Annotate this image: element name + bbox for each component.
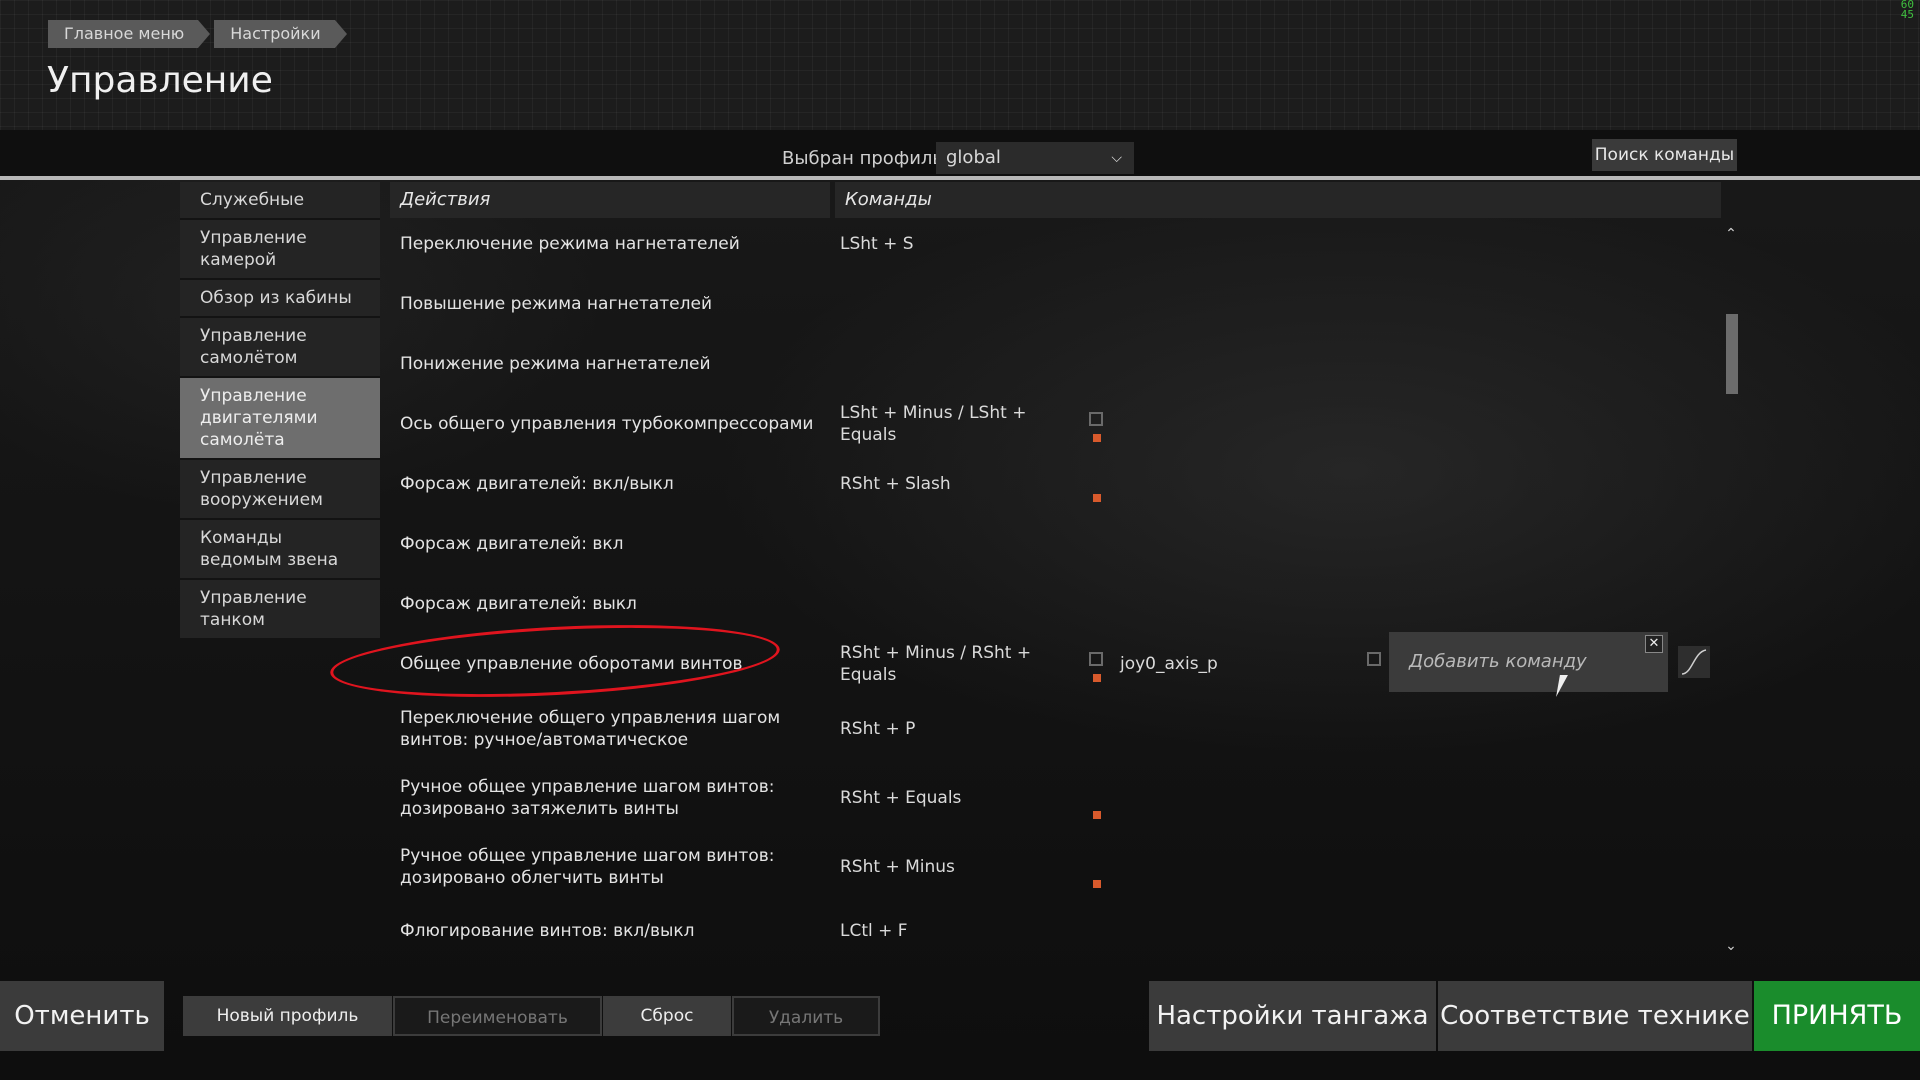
action-label: Понижение режима нагнетателей <box>400 354 711 374</box>
vehicle-match-button[interactable]: Соответствие технике <box>1438 981 1752 1051</box>
column-header-commands: Команды <box>835 182 1721 218</box>
axis-curve-button[interactable] <box>1678 646 1710 678</box>
delete-button[interactable]: Удалить <box>732 996 880 1036</box>
binding-table: Переключение режима нагнетателей LSht + … <box>390 214 1730 961</box>
category-wingmen[interactable]: Команды ведомым звена <box>180 520 380 580</box>
table-row[interactable]: Понижение режима нагнетателей <box>390 334 1730 394</box>
category-tank[interactable]: Управление танком <box>180 580 380 640</box>
breadcrumb-main-menu[interactable]: Главное меню <box>48 20 211 48</box>
action-label: Повышение режима нагнетателей <box>400 294 713 314</box>
table-row[interactable]: Переключение режима нагнетателей LSht + … <box>390 214 1730 274</box>
rename-button[interactable]: Переименовать <box>393 996 602 1036</box>
command-label: RSht + P <box>840 718 916 739</box>
close-icon[interactable]: ✕ <box>1645 635 1663 653</box>
command-label: RSht + Slash <box>840 474 951 494</box>
table-row[interactable]: Ось общего управления турбокомпрессорами… <box>390 394 1730 454</box>
category-aircraft-control[interactable]: Управление самолётом <box>180 318 380 378</box>
category-cockpit-view[interactable]: Обзор из кабины <box>180 280 380 318</box>
binding-indicator-icon <box>1093 811 1101 819</box>
add-command-label: Добавить команду <box>1409 651 1587 672</box>
scrollbar-thumb[interactable] <box>1726 314 1738 394</box>
gamepad-icon[interactable] <box>1089 652 1103 666</box>
page-title: Управление <box>47 60 273 101</box>
column-header-actions: Действия <box>390 182 830 218</box>
table-row[interactable]: Флюгирование винтов: вкл/выкл LCtl + F <box>390 901 1730 961</box>
binding-indicator-icon <box>1093 494 1101 502</box>
action-label: Форсаж двигателей: выкл <box>400 594 637 614</box>
cancel-button[interactable]: Отменить <box>0 981 164 1051</box>
breadcrumb-settings[interactable]: Настройки <box>214 20 348 48</box>
table-row[interactable]: Переключение общего управления шагом вин… <box>390 694 1730 763</box>
table-row[interactable]: Ручное общее управление шагом винтов: до… <box>390 763 1730 832</box>
fps-counter: 60 45 <box>1901 0 1914 20</box>
command-label: LSht + S <box>840 234 914 254</box>
action-label: Форсаж двигателей: вкл <box>400 534 624 554</box>
scroll-up-icon[interactable]: ⌃ <box>1724 226 1738 242</box>
command-label: RSht + Minus / RSht + Equals <box>840 643 1032 685</box>
category-camera[interactable]: Управление камерой <box>180 220 380 280</box>
table-row[interactable]: Ручное общее управление шагом винтов: до… <box>390 832 1730 901</box>
command-label: LCtl + F <box>840 921 908 941</box>
category-service[interactable]: Служебные <box>180 182 380 220</box>
command-label: LSht + Minus / LSht + Equals <box>840 403 1027 445</box>
accept-button[interactable]: ПРИНЯТЬ <box>1754 981 1920 1051</box>
command-label: RSht + Minus <box>840 856 955 877</box>
gamepad-icon[interactable] <box>1367 652 1381 666</box>
table-row[interactable]: Повышение режима нагнетателей <box>390 274 1730 334</box>
pitch-settings-button[interactable]: Настройки тангажа <box>1149 981 1436 1051</box>
binding-indicator-icon <box>1093 674 1101 682</box>
category-list: Служебные Управление камерой Обзор из ка… <box>180 182 380 640</box>
chevron-down-icon: ⌵ <box>1111 150 1122 166</box>
action-label: Переключение режима нагнетателей <box>400 234 740 254</box>
curve-icon <box>1681 649 1707 675</box>
action-label: Флюгирование винтов: вкл/выкл <box>400 921 695 941</box>
command-label: RSht + Equals <box>840 787 962 808</box>
table-row[interactable]: Форсаж двигателей: вкл <box>390 514 1730 574</box>
profile-label: Выбран профиль <box>782 148 944 169</box>
scroll-down-icon[interactable]: ⌄ <box>1724 938 1738 954</box>
category-engine-control[interactable]: Управление двигателями самолёта <box>180 378 380 460</box>
axis-binding-label: joy0_axis_p <box>1120 654 1218 674</box>
action-label: Ось общего управления турбокомпрессорами <box>400 414 814 434</box>
add-command-field[interactable]: Добавить команду ✕ <box>1389 632 1668 692</box>
profile-select[interactable]: global ⌵ <box>936 142 1134 174</box>
action-label: Ручное общее управление шагом винтов: до… <box>400 776 775 819</box>
binding-indicator-icon <box>1093 434 1101 442</box>
action-label: Ручное общее управление шагом винтов: до… <box>400 845 775 888</box>
table-row[interactable]: Форсаж двигателей: вкл/выкл RSht + Slash <box>390 454 1730 514</box>
gamepad-icon[interactable] <box>1089 412 1103 426</box>
reset-button[interactable]: Сброс <box>603 996 731 1036</box>
new-profile-button[interactable]: Новый профиль <box>183 996 392 1036</box>
action-label: Переключение общего управления шагом вин… <box>400 707 781 750</box>
category-weapons[interactable]: Управление вооружением <box>180 460 380 520</box>
binding-indicator-icon <box>1093 880 1101 888</box>
header-divider <box>0 176 1920 180</box>
search-command-button[interactable]: Поиск команды <box>1592 139 1737 171</box>
breadcrumb: Главное меню Настройки <box>48 20 351 48</box>
action-label: Форсаж двигателей: вкл/выкл <box>400 474 674 494</box>
fps-value-2: 45 <box>1900 8 1914 21</box>
profile-select-value: global <box>946 147 1001 168</box>
